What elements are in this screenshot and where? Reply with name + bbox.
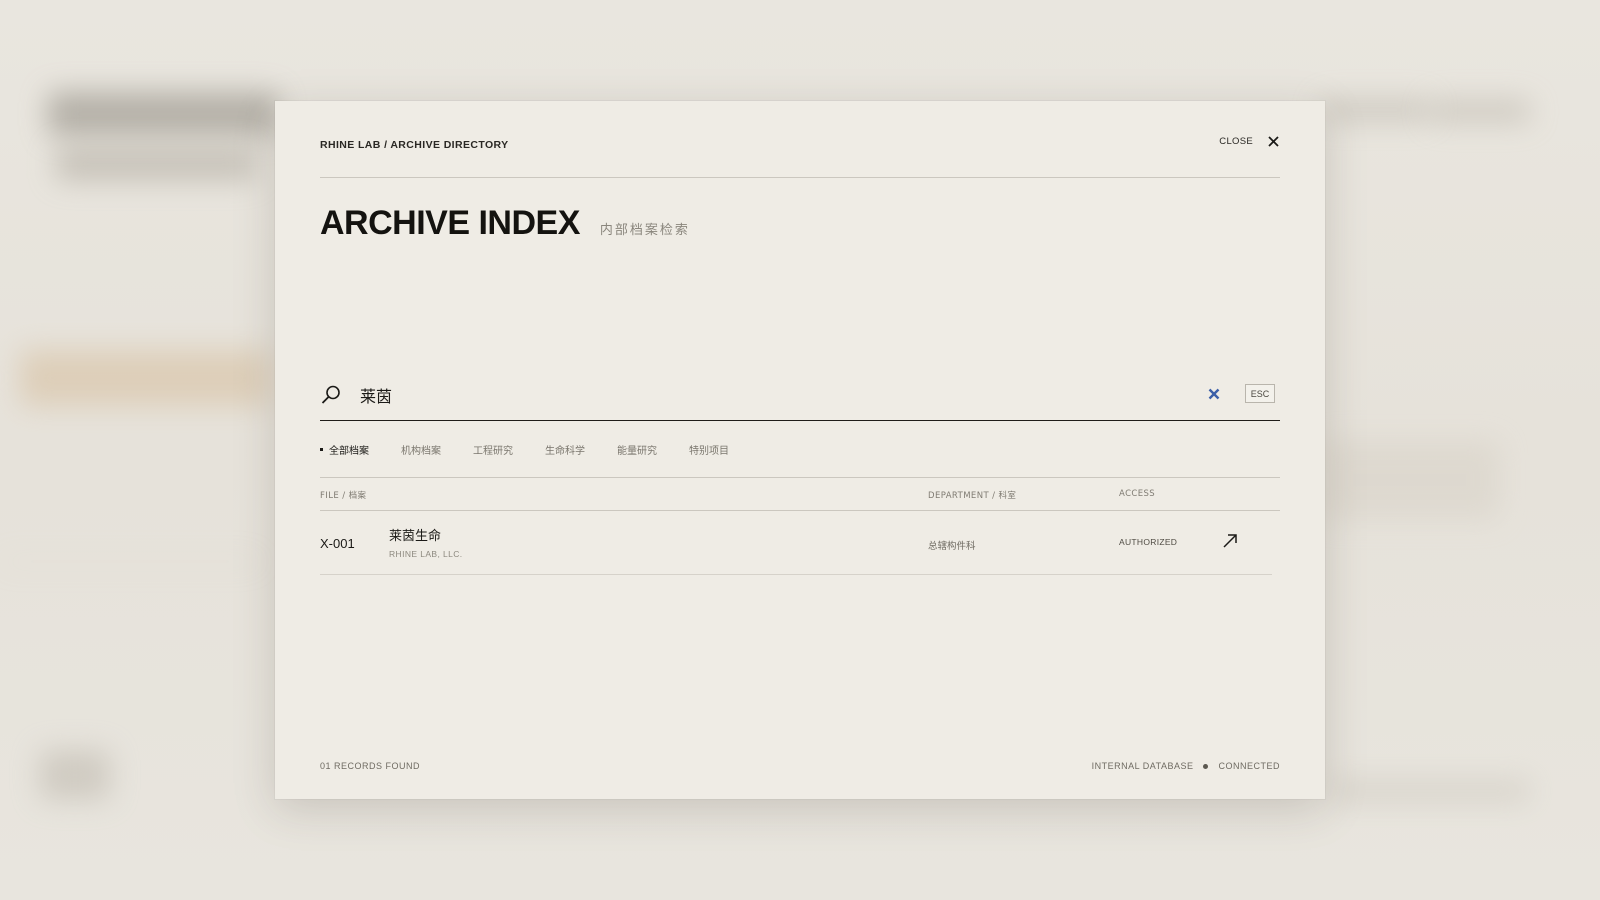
tab-label: 能量研究: [617, 446, 657, 457]
tab-label: 生命科学: [545, 446, 585, 457]
records-count: 01 RECORDS FOUND: [320, 761, 421, 771]
close-label: CLOSE: [1219, 136, 1253, 147]
file-id: X-001: [320, 536, 355, 551]
tab-life-sciences[interactable]: 生命科学: [545, 442, 585, 457]
tab-special-projects[interactable]: 特别项目: [689, 442, 729, 457]
tab-all-archives[interactable]: 全部档案: [320, 442, 369, 457]
arrow-up-right-icon[interactable]: [1222, 533, 1238, 549]
background-blur-shape: [1320, 100, 1430, 120]
clear-search-icon[interactable]: [1207, 387, 1221, 401]
database-label: INTERNAL DATABASE: [1091, 761, 1194, 771]
category-tabs: 全部档案 机构档案 工程研究 生命科学 能量研究 特别项目: [320, 442, 729, 457]
background-blur-shape: [1330, 780, 1530, 802]
esc-key-button[interactable]: ESC: [1245, 384, 1275, 403]
search-icon: [321, 385, 340, 404]
background-blur-shape: [56, 148, 256, 180]
tab-institution-archives[interactable]: 机构档案: [401, 442, 441, 457]
file-name: 莱茵生命: [389, 529, 442, 544]
status-dot-icon: [1203, 763, 1209, 769]
background-blur-shape: [48, 92, 278, 136]
column-header-file: FILE / 档案: [320, 491, 367, 501]
breadcrumb: RHINE LAB / ARCHIVE DIRECTORY: [320, 139, 509, 151]
archive-modal: RHINE LAB / ARCHIVE DIRECTORY CLOSE ARCH…: [275, 101, 1325, 799]
tab-energy-research[interactable]: 能量研究: [617, 442, 657, 457]
table-row[interactable]: X-001 莱茵生命 RHINE LAB, LLC. 总辖构件科 AUTHORI…: [320, 511, 1272, 575]
modal-content: RHINE LAB / ARCHIVE DIRECTORY CLOSE ARCH…: [320, 101, 1280, 799]
search-bar: ESC: [320, 377, 1280, 421]
tab-label: 工程研究: [473, 446, 513, 457]
connection-status-label: CONNECTED: [1218, 761, 1280, 771]
page-subtitle: 内部档案检索: [599, 222, 690, 237]
file-access-status: AUTHORIZED: [1119, 537, 1178, 547]
tab-label: 全部档案: [329, 446, 369, 457]
tab-label: 特别项目: [689, 446, 729, 457]
tab-engineering-research[interactable]: 工程研究: [473, 442, 513, 457]
column-header-department: DEPARTMENT / 科室: [928, 491, 1017, 501]
title-row: ARCHIVE INDEX 内部档案检索: [320, 203, 690, 243]
close-button[interactable]: CLOSE: [1219, 135, 1280, 148]
tab-label: 机构档案: [401, 446, 441, 457]
modal-header: RHINE LAB / ARCHIVE DIRECTORY CLOSE: [320, 101, 1280, 178]
table-header: FILE / 档案 DEPARTMENT / 科室 ACCESS: [320, 477, 1280, 511]
column-header-access: ACCESS: [1119, 489, 1156, 499]
background-blur-shape: [0, 560, 260, 563]
file-department: 总辖构件科: [928, 541, 976, 552]
background-blur-shape: [1430, 100, 1530, 122]
active-tab-bullet: [320, 448, 323, 451]
connection-status: INTERNAL DATABASE CONNECTED: [1092, 761, 1280, 771]
background-blur-shape: [1320, 440, 1500, 520]
modal-footer: 01 RECORDS FOUND INTERNAL DATABASE CONNE…: [320, 761, 1280, 777]
search-input[interactable]: [360, 382, 1180, 408]
close-icon: [1268, 136, 1279, 147]
background-blur-shape: [20, 350, 270, 406]
file-organization: RHINE LAB, LLC.: [389, 549, 463, 559]
page-title: ARCHIVE INDEX: [320, 204, 580, 242]
background-blur-shape: [40, 750, 110, 800]
